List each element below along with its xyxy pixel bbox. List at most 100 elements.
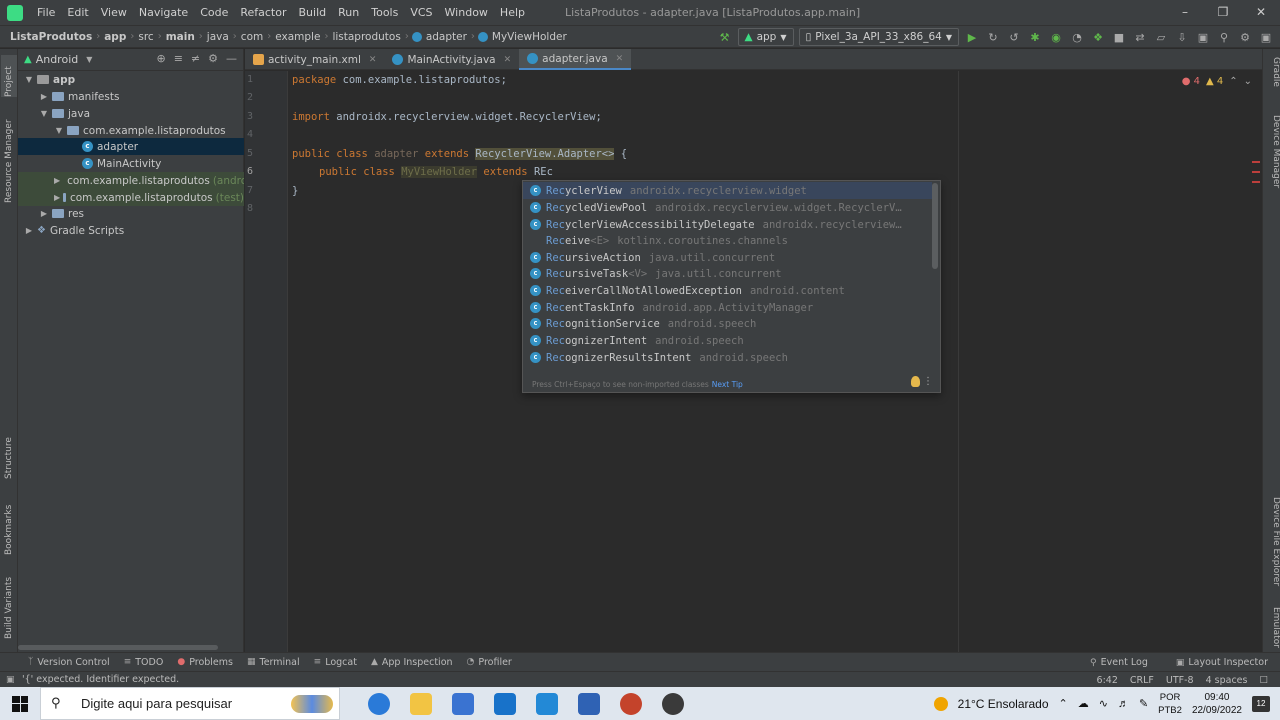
completion-item[interactable]: c RecursiveTask<V> java.util.concurrent xyxy=(523,265,932,282)
coverage-icon[interactable]: ◉ xyxy=(1048,29,1064,45)
line-separator[interactable]: CRLF xyxy=(1130,675,1154,686)
sync-icon[interactable]: ⇄ xyxy=(1132,29,1148,45)
hammer-icon[interactable]: ⚒ xyxy=(717,29,733,45)
inspection-widget[interactable]: ● 4 ▲ 4 ⌃ ⌄ xyxy=(1182,76,1252,87)
microsoft-store-icon[interactable] xyxy=(452,692,474,715)
apply-changes-icon[interactable]: ↺ xyxy=(1006,29,1022,45)
tree-item-mainactivity[interactable]: c MainActivity xyxy=(18,155,244,172)
chevron-down-icon[interactable]: ▼ xyxy=(86,55,92,64)
breadcrumb-app[interactable]: app xyxy=(100,31,130,43)
device-manager-tool-tab[interactable]: Device Manager xyxy=(1265,115,1280,195)
weather-text[interactable]: 21°C Ensolarado xyxy=(958,697,1049,711)
tree-item-package-test[interactable]: ▶ com.example.listaprodutos (test) xyxy=(18,189,244,206)
popup-scrollbar[interactable] xyxy=(932,183,938,269)
panel-toggle-icon[interactable]: ▣ xyxy=(6,675,15,685)
attach-debugger-icon[interactable]: ❖ xyxy=(1090,29,1106,45)
hide-icon[interactable]: — xyxy=(226,52,237,65)
completion-item[interactable]: c RecycledViewPool androidx.recyclerview.w… xyxy=(523,199,932,216)
problems-tool[interactable]: ● Problems xyxy=(177,657,233,668)
device-file-explorer-tool-tab[interactable]: Device File Explorer xyxy=(1265,497,1280,601)
menu-build[interactable]: Build xyxy=(293,0,333,25)
menu-tools[interactable]: Tools xyxy=(365,0,404,25)
stop-icon[interactable]: ■ xyxy=(1111,29,1127,45)
more-options-icon[interactable]: ⋮ xyxy=(923,376,933,387)
tree-item-package[interactable]: ▼ com.example.listaprodutos xyxy=(18,122,244,139)
tree-item-manifests[interactable]: ▶ manifests xyxy=(18,88,244,105)
settings-gear-icon[interactable]: ⚙ xyxy=(1237,29,1253,45)
tab-mainactivity-java[interactable]: MainActivity.java ✕ xyxy=(384,49,519,70)
emulator-tool-tab[interactable]: Emulator xyxy=(1265,607,1280,648)
horizontal-scrollbar[interactable] xyxy=(18,645,218,650)
tab-adapter-java[interactable]: adapter.java ✕ xyxy=(519,49,632,70)
collapse-all-icon[interactable]: ≠ xyxy=(191,52,200,65)
todo-tool[interactable]: ≡ TODO xyxy=(124,657,164,668)
mail-icon[interactable] xyxy=(494,692,516,715)
breadcrumb-com[interactable]: com xyxy=(237,31,267,43)
close-tab-icon[interactable]: ✕ xyxy=(369,55,377,65)
close-tab-icon[interactable]: ✕ xyxy=(616,54,624,64)
breadcrumb-listaprodutos[interactable]: listaprodutos xyxy=(328,31,404,43)
tree-item-package-androidtest[interactable]: ▶ com.example.listaprodutos (android xyxy=(18,172,244,189)
breadcrumb-myviewholder[interactable]: MyViewHolder xyxy=(488,31,571,43)
completion-item[interactable]: c RecursiveAction java.util.concurrent xyxy=(523,249,932,266)
profiler-tool[interactable]: ◔ Profiler xyxy=(467,657,512,668)
tree-item-adapter[interactable]: c adapter xyxy=(18,138,244,155)
structure-tool-tab[interactable]: Structure xyxy=(1,431,17,479)
menu-file[interactable]: File xyxy=(31,0,61,25)
file-explorer-icon[interactable] xyxy=(410,692,432,715)
lock-icon[interactable]: ☐ xyxy=(1259,675,1268,686)
menu-view[interactable]: View xyxy=(95,0,133,25)
word-icon[interactable] xyxy=(578,692,600,715)
locate-icon[interactable]: ⊕ xyxy=(156,52,165,65)
caret-position[interactable]: 6:42 xyxy=(1097,675,1118,686)
run-icon[interactable]: ▶ xyxy=(964,29,980,45)
menu-navigate[interactable]: Navigate xyxy=(133,0,194,25)
completion-item[interactable]: c RecognitionService android.speech xyxy=(523,315,932,332)
pen-icon[interactable]: ✎ xyxy=(1139,697,1148,710)
completion-item[interactable]: c RecentTaskInfo android.app.ActivityManag… xyxy=(523,299,932,316)
completion-item[interactable]: c RecyclerViewAccessibilityDelegate androi… xyxy=(523,216,932,233)
vscode-icon[interactable] xyxy=(536,692,558,715)
rerun-icon[interactable]: ↻ xyxy=(985,29,1001,45)
indent-setting[interactable]: 4 spaces xyxy=(1206,675,1248,686)
breadcrumb-example[interactable]: example xyxy=(271,31,324,43)
project-tool-tab[interactable]: Project xyxy=(1,55,17,97)
tab-activity-main-xml[interactable]: activity_main.xml ✕ xyxy=(245,49,384,70)
clock[interactable]: 09:40 22/09/2022 xyxy=(1192,691,1242,717)
breadcrumb-main[interactable]: main xyxy=(162,31,199,43)
taskbar-search-box[interactable]: ⚲ Digite aqui para pesquisar xyxy=(40,687,340,720)
avd-icon[interactable]: ▣ xyxy=(1195,29,1211,45)
error-stripe-mark[interactable] xyxy=(1252,161,1260,163)
profile-icon[interactable]: ◔ xyxy=(1069,29,1085,45)
device-select[interactable]: ▯ Pixel_3a_API_33_x86_64 ▼ xyxy=(798,28,959,46)
expand-all-icon[interactable]: ≡ xyxy=(174,52,183,65)
gear-icon[interactable]: ⚙ xyxy=(208,52,218,65)
build-variants-tool-tab[interactable]: Build Variants xyxy=(1,573,17,639)
breadcrumb-java[interactable]: java xyxy=(203,31,233,43)
edge-icon[interactable] xyxy=(368,692,390,715)
menu-vcs[interactable]: VCS xyxy=(404,0,438,25)
breadcrumb-src[interactable]: src xyxy=(134,31,157,43)
debug-icon[interactable]: ✱ xyxy=(1027,29,1043,45)
chevron-down-icon[interactable]: ⌄ xyxy=(1244,76,1252,87)
gradle-tool-tab[interactable]: Gradle xyxy=(1265,57,1280,97)
file-encoding[interactable]: UTF-8 xyxy=(1166,675,1194,686)
error-stripe-mark[interactable] xyxy=(1252,181,1260,183)
completion-item[interactable]: c RecognizerIntent android.speech xyxy=(523,332,932,349)
error-stripe-mark[interactable] xyxy=(1252,171,1260,173)
completion-item[interactable]: Receive<E> kotlinx.coroutines.channels xyxy=(523,232,932,249)
search-icon[interactable]: ⚲ xyxy=(1216,29,1232,45)
breadcrumb-project[interactable]: ListaProdutos xyxy=(6,31,96,43)
project-view-select[interactable]: Android xyxy=(36,53,79,66)
android-studio-icon[interactable] xyxy=(662,692,684,715)
ide-updates-icon[interactable]: ▣ xyxy=(1258,29,1274,45)
breadcrumb-adapter[interactable]: adapter xyxy=(422,31,471,43)
lightbulb-icon[interactable] xyxy=(911,376,920,387)
version-control-tool[interactable]: ᛉ Version Control xyxy=(28,657,110,668)
run-config-select[interactable]: ▲ app ▼ xyxy=(737,28,794,46)
bookmarks-tool-tab[interactable]: Bookmarks xyxy=(1,499,17,555)
chevron-up-icon[interactable]: ⌃ xyxy=(1229,76,1237,87)
terminal-tool[interactable]: ▦ Terminal xyxy=(247,657,300,668)
notification-center-icon[interactable]: 12 xyxy=(1252,695,1270,712)
app-inspection-tool[interactable]: ▲ App Inspection xyxy=(371,657,453,668)
